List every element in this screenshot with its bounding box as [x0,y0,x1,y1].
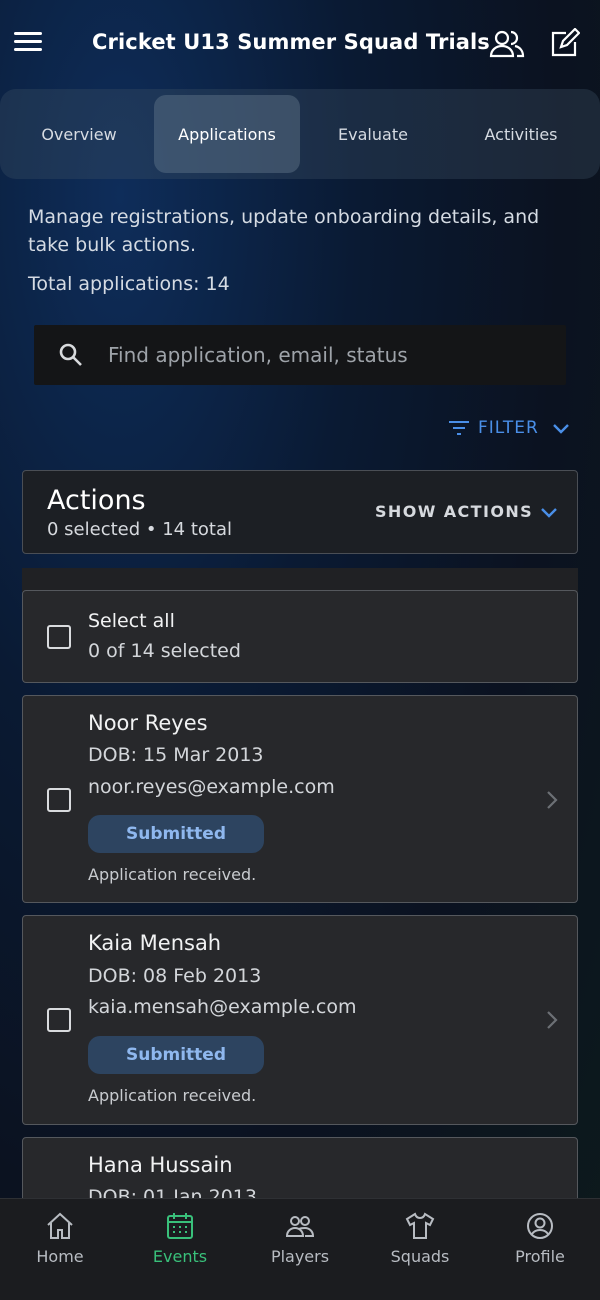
nav-squads[interactable]: Squads [360,1211,480,1266]
search-icon [59,343,82,366]
team-icon[interactable] [489,28,525,60]
tab-applications[interactable]: Applications [154,95,300,173]
select-all-row[interactable]: Select all 0 of 14 selected [22,590,578,683]
select-all-checkbox[interactable] [47,625,71,649]
applicant-email: kaia.mensah@example.com [88,996,357,1018]
actions-title: Actions [47,485,146,516]
page-title: Cricket U13 Summer Squad Trials [92,30,490,54]
page-description: Manage registrations, update onboarding … [28,206,540,256]
nav-home-label: Home [36,1247,84,1266]
nav-events[interactable]: Events [120,1211,240,1266]
nav-profile-label: Profile [515,1247,565,1266]
select-all-summary: 0 of 14 selected [88,640,241,662]
search-input[interactable] [108,343,548,367]
status-badge: Submitted [88,1036,264,1074]
profile-icon [527,1213,553,1239]
total-applications: Total applications: 14 [28,273,230,295]
applicant-name: Hana Hussain [88,1153,233,1177]
filter-label: FILTER [478,418,539,438]
list-header-strip [22,568,578,592]
chevron-down-icon [541,507,557,518]
bottom-navigation: Home Events Players Squads Profile [0,1198,600,1300]
tab-overview[interactable]: Overview [6,95,152,173]
tab-evaluate[interactable]: Evaluate [300,95,446,173]
actions-panel: Actions 0 selected • 14 total SHOW ACTIO… [22,470,578,554]
chevron-right-icon [547,791,558,809]
calendar-icon [167,1213,193,1239]
show-actions-label: SHOW ACTIONS [375,502,534,521]
edit-icon[interactable] [548,28,580,60]
people-icon [285,1216,315,1237]
applicant-email: noor.reyes@example.com [88,776,335,798]
top-app-bar: Cricket U13 Summer Squad Trials [0,0,600,90]
home-icon [47,1212,73,1239]
menu-icon[interactable] [14,32,44,58]
applicant-dob: DOB: 08 Feb 2013 [88,965,262,987]
tab-activities[interactable]: Activities [446,95,596,173]
nav-players-label: Players [270,1247,330,1266]
nav-players[interactable]: Players [240,1211,360,1266]
search-bar [34,325,566,385]
application-note: Application received. [88,865,257,884]
tab-bar: Overview Applications Evaluate Activitie… [0,89,600,179]
applicant-name: Kaia Mensah [88,931,222,955]
application-checkbox[interactable] [47,1008,71,1032]
applicant-name: Noor Reyes [88,711,208,735]
application-checkbox[interactable] [47,788,71,812]
application-card[interactable]: Kaia Mensah DOB: 08 Feb 2013 kaia.mensah… [22,915,578,1125]
status-badge: Submitted [88,815,264,853]
nav-squads-label: Squads [390,1247,450,1266]
select-all-label: Select all [88,610,175,632]
actions-summary: 0 selected • 14 total [47,519,233,540]
show-actions-button[interactable]: SHOW ACTIONS [375,502,559,521]
shirt-icon [405,1212,435,1239]
application-note: Application received. [88,1086,257,1105]
nav-events-label: Events [152,1247,208,1266]
application-card[interactable]: Noor Reyes DOB: 15 Mar 2013 noor.reyes@e… [22,695,578,903]
filter-icon [449,421,469,435]
applicant-dob: DOB: 15 Mar 2013 [88,744,264,766]
chevron-down-icon [553,424,569,434]
nav-profile[interactable]: Profile [480,1211,600,1266]
filter-button[interactable]: FILTER [448,418,571,438]
chevron-right-icon [547,1011,558,1029]
nav-home[interactable]: Home [0,1211,120,1266]
